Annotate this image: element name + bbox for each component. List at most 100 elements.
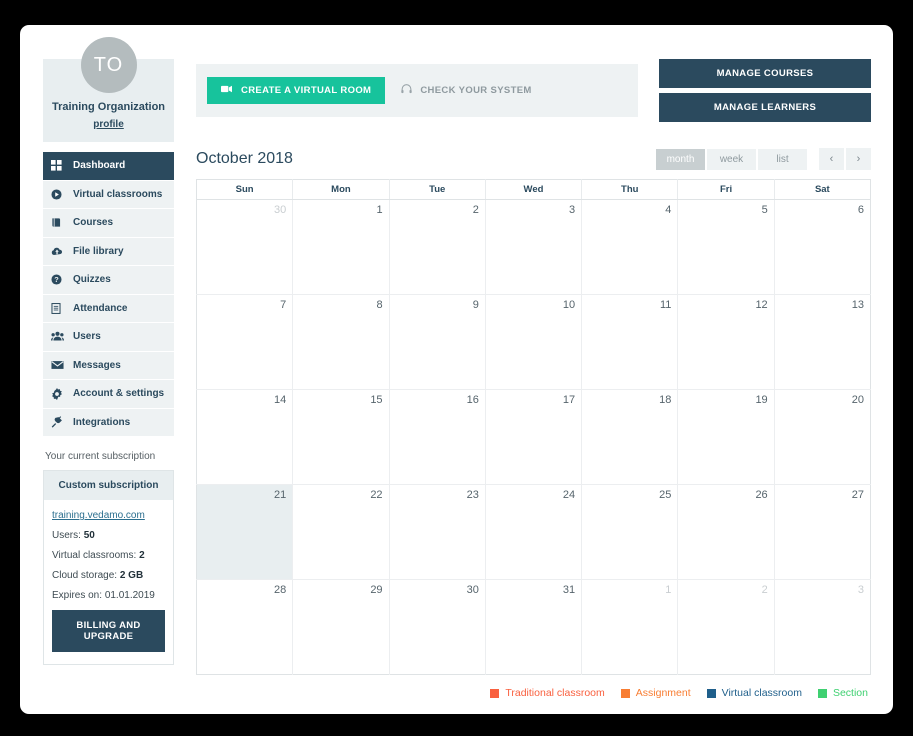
- sidebar-item-label: Messages: [73, 359, 121, 371]
- sidebar-item-label: Integrations: [73, 416, 131, 428]
- row-value: 01.01.2019: [104, 590, 155, 601]
- calendar-day-cell[interactable]: 30: [196, 199, 294, 295]
- profile-link[interactable]: profile: [49, 119, 168, 130]
- subscription-card: Custom subscription training.vedamo.com …: [43, 470, 174, 665]
- calendar-day-cell[interactable]: 4: [581, 199, 679, 295]
- users-group-icon: [51, 331, 69, 342]
- play-circle-icon: [51, 189, 69, 200]
- app-card: TO Training Organization profile Dashboa…: [20, 25, 893, 714]
- sidebar-item-courses[interactable]: Courses: [43, 209, 174, 238]
- legend-item: Virtual classroom: [706, 687, 802, 699]
- calendar-day-cell[interactable]: 21: [196, 484, 294, 580]
- envelope-icon: [51, 360, 69, 370]
- sidebar-item-dashboard[interactable]: Dashboard: [43, 152, 174, 181]
- sidebar-item-label: Attendance: [73, 302, 128, 314]
- sidebar-item-account-settings[interactable]: Account & settings: [43, 380, 174, 409]
- action-strip: CREATE A VIRTUAL ROOM CHECK YOUR SYSTEM: [196, 64, 638, 117]
- manage-learners-button[interactable]: MANAGE LEARNERS: [659, 93, 871, 122]
- calendar-day-cell[interactable]: 1: [581, 579, 679, 675]
- calendar-day-cell[interactable]: 23: [389, 484, 486, 580]
- sidebar-nav: Dashboard Virtual classrooms Courses Fil…: [43, 152, 174, 437]
- sidebar-item-quizzes[interactable]: ? Quizzes: [43, 266, 174, 295]
- manage-courses-button[interactable]: MANAGE COURSES: [659, 59, 871, 88]
- calendar-day-cell[interactable]: 25: [581, 484, 679, 580]
- calendar-day-cell[interactable]: 30: [389, 579, 486, 675]
- calendar-day-cell[interactable]: 11: [581, 294, 679, 390]
- subscription-details: training.vedamo.com Users: 50 Virtual cl…: [44, 500, 173, 664]
- create-virtual-room-button[interactable]: CREATE A VIRTUAL ROOM: [207, 77, 386, 104]
- calendar-nav-group: ‹ ›: [819, 148, 871, 170]
- weekday-mon: Mon: [292, 179, 390, 200]
- calendar-day-cell[interactable]: 3: [774, 579, 871, 675]
- calendar-day-cell[interactable]: 7: [196, 294, 294, 390]
- row-value: 50: [83, 530, 95, 541]
- billing-and-upgrade-button[interactable]: BILLING AND UPGRADE: [52, 610, 165, 652]
- calendar-weekday-header: Sun Mon Tue Wed Thu Fri Sat: [196, 179, 871, 200]
- action-bar: CREATE A VIRTUAL ROOM CHECK YOUR SYSTEM …: [196, 59, 871, 122]
- check-your-system-button[interactable]: CHECK YOUR SYSTEM: [401, 84, 531, 97]
- calendar-view-month-button[interactable]: month: [656, 148, 705, 170]
- calendar-next-button[interactable]: ›: [846, 148, 871, 170]
- calendar-week-row: 21 22 23 24 25 26 27: [196, 484, 871, 580]
- calendar-week-row: 28 29 30 31 1 2 3: [196, 579, 871, 675]
- book-icon: [51, 217, 69, 228]
- subscription-row-users: Users: 50: [52, 530, 165, 541]
- calendar-day-cell[interactable]: 5: [677, 199, 775, 295]
- calendar-day-cell[interactable]: 13: [774, 294, 871, 390]
- calendar-day-cell[interactable]: 17: [485, 389, 583, 485]
- subscription-row-cloud-storage: Cloud storage: 2 GB: [52, 570, 165, 581]
- weekday-sat: Sat: [774, 179, 871, 200]
- calendar-day-cell[interactable]: 10: [485, 294, 583, 390]
- avatar: TO: [80, 37, 137, 93]
- dashboard-grid-icon: [51, 160, 69, 171]
- calendar-day-cell[interactable]: 12: [677, 294, 775, 390]
- legend-label: Assignment: [635, 687, 691, 699]
- weekday-wed: Wed: [485, 179, 583, 200]
- calendar-week-row: 30 1 2 3 4 5 6: [196, 199, 871, 295]
- calendar-day-cell[interactable]: 15: [292, 389, 390, 485]
- svg-text:?: ?: [54, 275, 59, 284]
- calendar-day-cell[interactable]: 9: [389, 294, 486, 390]
- row-label: Virtual classrooms:: [52, 550, 137, 561]
- calendar-day-cell[interactable]: 29: [292, 579, 390, 675]
- calendar-day-cell[interactable]: 8: [292, 294, 390, 390]
- calendar-week-row: 7 8 9 10 11 12 13: [196, 294, 871, 390]
- subscription-caption: Your current subscription: [45, 451, 156, 462]
- sidebar-item-attendance[interactable]: Attendance: [43, 294, 174, 323]
- calendar-day-cell[interactable]: 19: [677, 389, 775, 485]
- sidebar-item-label: Users: [73, 331, 101, 343]
- sidebar-item-file-library[interactable]: File library: [43, 237, 174, 266]
- calendar-day-cell[interactable]: 2: [389, 199, 486, 295]
- calendar-day-cell[interactable]: 14: [196, 389, 294, 485]
- calendar-legend: Traditional classroom Assignment Virtual c…: [196, 687, 871, 699]
- calendar-day-cell[interactable]: 20: [774, 389, 871, 485]
- calendar-day-cell[interactable]: 28: [196, 579, 294, 675]
- calendar-view-week-button[interactable]: week: [707, 148, 756, 170]
- weekday-tue: Tue: [389, 179, 486, 200]
- calendar-view-list-button[interactable]: list: [758, 148, 807, 170]
- calendar-day-cell[interactable]: 27: [774, 484, 871, 580]
- calendar-day-cell[interactable]: 22: [292, 484, 390, 580]
- sidebar-item-messages[interactable]: Messages: [43, 351, 174, 380]
- organization-name: Training Organization: [51, 101, 166, 113]
- calendar-grid: Sun Mon Tue Wed Thu Fri Sat 30 1 2 3 4 5 6 7 8 9 1…: [196, 179, 871, 675]
- calendar-day-cell[interactable]: 18: [581, 389, 679, 485]
- calendar-title: October 2018: [196, 150, 293, 167]
- calendar-prev-button[interactable]: ‹: [819, 148, 844, 170]
- calendar-day-cell[interactable]: 3: [485, 199, 583, 295]
- sidebar-item-users[interactable]: Users: [43, 323, 174, 352]
- row-value: 2 GB: [119, 570, 144, 581]
- sidebar-item-label: Account & settings: [73, 388, 165, 400]
- calendar-day-cell[interactable]: 1: [292, 199, 390, 295]
- calendar-day-cell[interactable]: 6: [774, 199, 871, 295]
- subscription-url-link[interactable]: training.vedamo.com: [52, 510, 165, 521]
- calendar-day-cell[interactable]: 16: [389, 389, 486, 485]
- sidebar-item-virtual-classrooms[interactable]: Virtual classrooms: [43, 180, 174, 209]
- cloud-upload-icon: [51, 246, 69, 257]
- calendar-day-cell[interactable]: 2: [677, 579, 775, 675]
- sidebar-item-integrations[interactable]: Integrations: [43, 408, 174, 437]
- subscription-row-virtual-classrooms: Virtual classrooms: 2: [52, 550, 165, 561]
- calendar-day-cell[interactable]: 26: [677, 484, 775, 580]
- calendar-day-cell[interactable]: 31: [485, 579, 583, 675]
- calendar-day-cell[interactable]: 24: [485, 484, 583, 580]
